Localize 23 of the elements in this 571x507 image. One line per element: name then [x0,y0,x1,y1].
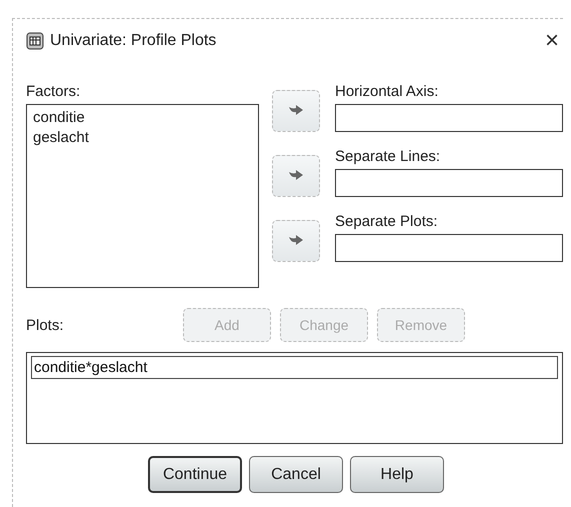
target-field[interactable] [335,169,563,197]
app-icon [26,32,44,50]
factor-item[interactable]: geslacht [33,129,89,146]
arrow-icon [288,234,304,248]
move-arrow-button[interactable] [272,220,320,262]
move-arrow-button[interactable] [272,155,320,197]
target-label: Separate Lines: [335,148,442,165]
target-field[interactable] [335,234,563,262]
dialog-button[interactable]: Help [350,456,444,493]
factors-label: Factors: [26,83,82,100]
target-field[interactable] [335,104,563,132]
factor-item[interactable]: conditie [33,109,85,126]
target-label: Separate Plots: [335,213,439,230]
window-title: Univariate: Profile Plots [50,32,218,50]
plot-item[interactable]: conditie*geslacht [31,356,558,379]
plots-label: Plots: [26,316,65,334]
arrow-icon [288,169,304,183]
move-arrow-button[interactable] [272,90,320,132]
arrow-icon [288,104,304,118]
close-button[interactable]: × [540,29,563,53]
dialog-button[interactable]: Cancel [249,456,343,493]
dialog-button[interactable]: Continue [148,456,242,493]
target-label: Horizontal Axis: [335,83,440,100]
